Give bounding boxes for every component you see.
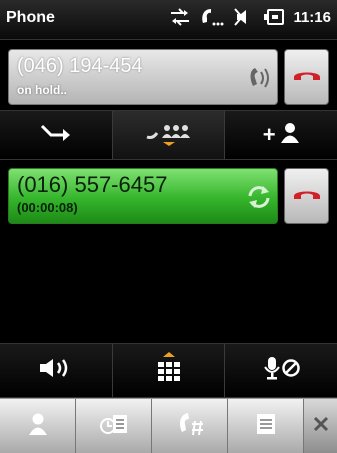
audio-controls-toolbar	[0, 343, 337, 398]
battery-charging-icon	[263, 7, 285, 27]
dial-pad-softkey[interactable]	[152, 399, 228, 453]
contacts-softkey[interactable]	[0, 399, 76, 453]
add-contact-icon	[280, 122, 300, 149]
end-call-icon	[292, 186, 322, 207]
keypad-icon	[154, 351, 184, 390]
call-history-icon	[99, 412, 129, 441]
app-title: Phone	[6, 9, 55, 26]
dial-pad-icon	[175, 410, 205, 443]
close-softkey[interactable]	[304, 399, 337, 453]
speaker-muted-icon	[233, 7, 255, 27]
end-held-call-button[interactable]	[284, 49, 329, 105]
add-call-plus: +	[262, 122, 276, 147]
end-call-icon	[292, 67, 322, 88]
call-in-progress-icon	[199, 7, 225, 27]
menu-softkey[interactable]	[228, 399, 304, 453]
status-bar: Phone 11:16	[0, 0, 337, 40]
keypad-button[interactable]	[112, 344, 226, 397]
held-call-status: on hold..	[17, 83, 67, 97]
phone-hold-icon	[245, 64, 273, 97]
held-call-panel[interactable]: (046) 194-454 on hold..	[8, 49, 278, 105]
transfer-button[interactable]	[0, 111, 113, 159]
transfer-arrow-icon	[39, 121, 73, 150]
add-call-button[interactable]: +	[225, 111, 337, 159]
active-call-number: (016) 557-6457	[17, 172, 168, 197]
call-history-softkey[interactable]	[76, 399, 152, 453]
held-call-row[interactable]: (046) 194-454 on hold..	[8, 49, 329, 105]
conference-icon	[145, 119, 193, 152]
clock: 11:16	[293, 8, 331, 26]
end-active-call-button[interactable]	[284, 168, 329, 224]
close-icon	[313, 416, 329, 437]
soft-key-bar	[0, 398, 337, 453]
mute-mic-icon	[261, 355, 301, 386]
held-call-number: (046) 194-454	[17, 55, 143, 77]
conference-button[interactable]	[112, 111, 226, 159]
data-sync-icon	[169, 7, 191, 27]
active-call-duration: (00:00:08)	[17, 200, 78, 215]
active-call-panel[interactable]: (016) 557-6457 (00:00:08)	[8, 168, 278, 224]
status-icons: 11:16	[169, 7, 331, 27]
speaker-icon	[36, 356, 76, 385]
swap-call-icon	[245, 184, 273, 215]
menu-icon	[255, 412, 277, 441]
contact-icon	[28, 412, 48, 441]
speakerphone-button[interactable]	[0, 344, 113, 397]
mute-button[interactable]	[225, 344, 337, 397]
active-call-row[interactable]: (016) 557-6457 (00:00:08)	[8, 168, 329, 224]
call-actions-toolbar: +	[0, 110, 337, 160]
